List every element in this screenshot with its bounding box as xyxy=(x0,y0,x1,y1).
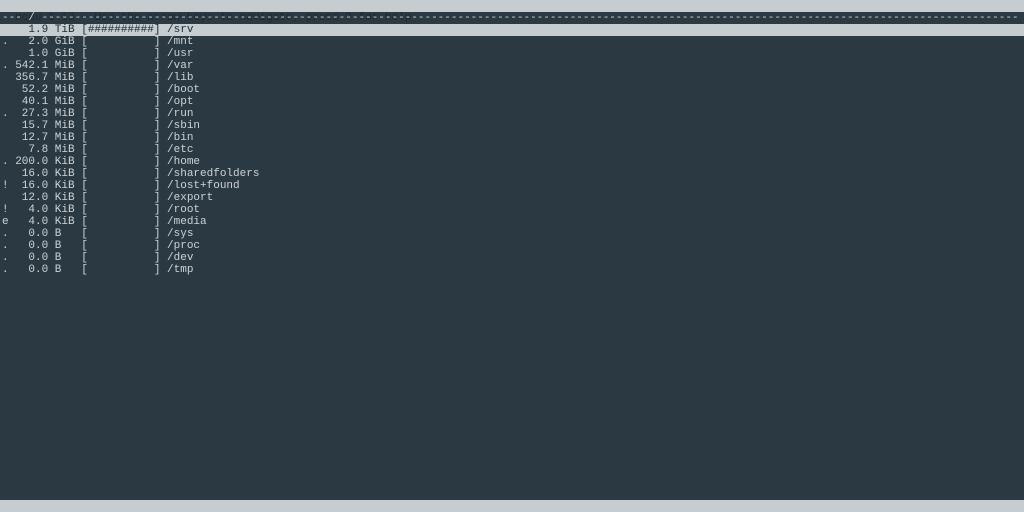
list-row[interactable]: 1.9 TiB [##########] /srv xyxy=(0,24,1024,36)
list-row[interactable]: 52.2 MiB [ ] /boot xyxy=(0,84,1024,96)
list-row[interactable]: 16.0 KiB [ ] /sharedfolders xyxy=(0,168,1024,180)
list-row[interactable]: . 0.0 B [ ] /proc xyxy=(0,240,1024,252)
breadcrumb-row: --- / ----------------------------------… xyxy=(0,12,1024,24)
list-row[interactable]: 1.0 GiB [ ] /usr xyxy=(0,48,1024,60)
list-row[interactable]: 15.7 MiB [ ] /sbin xyxy=(0,120,1024,132)
list-row[interactable]: ! 16.0 KiB [ ] /lost+found xyxy=(0,180,1024,192)
list-row[interactable]: . 0.0 B [ ] /dev xyxy=(0,252,1024,264)
list-row[interactable]: . 200.0 KiB [ ] /home xyxy=(0,156,1024,168)
directory-listing[interactable]: 1.9 TiB [##########] /srv. 2.0 GiB [ ] /… xyxy=(0,24,1024,276)
status-bar: Total disk usage: 1.9 TiB Apparent size:… xyxy=(0,500,1024,512)
list-row[interactable]: e 4.0 KiB [ ] /media xyxy=(0,216,1024,228)
list-row[interactable]: 356.7 MiB [ ] /lib xyxy=(0,72,1024,84)
list-row[interactable]: 12.0 KiB [ ] /export xyxy=(0,192,1024,204)
list-row[interactable]: 7.8 MiB [ ] /etc xyxy=(0,144,1024,156)
title-bar: ncdu 1.13 ~ Use the arrow keys to naviga… xyxy=(0,0,1024,12)
list-row[interactable]: . 2.0 GiB [ ] /mnt xyxy=(0,36,1024,48)
list-row[interactable]: . 0.0 B [ ] /tmp xyxy=(0,264,1024,276)
list-row[interactable]: ! 4.0 KiB [ ] /root xyxy=(0,204,1024,216)
list-row[interactable]: 12.7 MiB [ ] /bin xyxy=(0,132,1024,144)
list-row[interactable]: 40.1 MiB [ ] /opt xyxy=(0,96,1024,108)
list-row[interactable]: . 542.1 MiB [ ] /var xyxy=(0,60,1024,72)
list-row[interactable]: . 0.0 B [ ] /sys xyxy=(0,228,1024,240)
list-row[interactable]: . 27.3 MiB [ ] /run xyxy=(0,108,1024,120)
